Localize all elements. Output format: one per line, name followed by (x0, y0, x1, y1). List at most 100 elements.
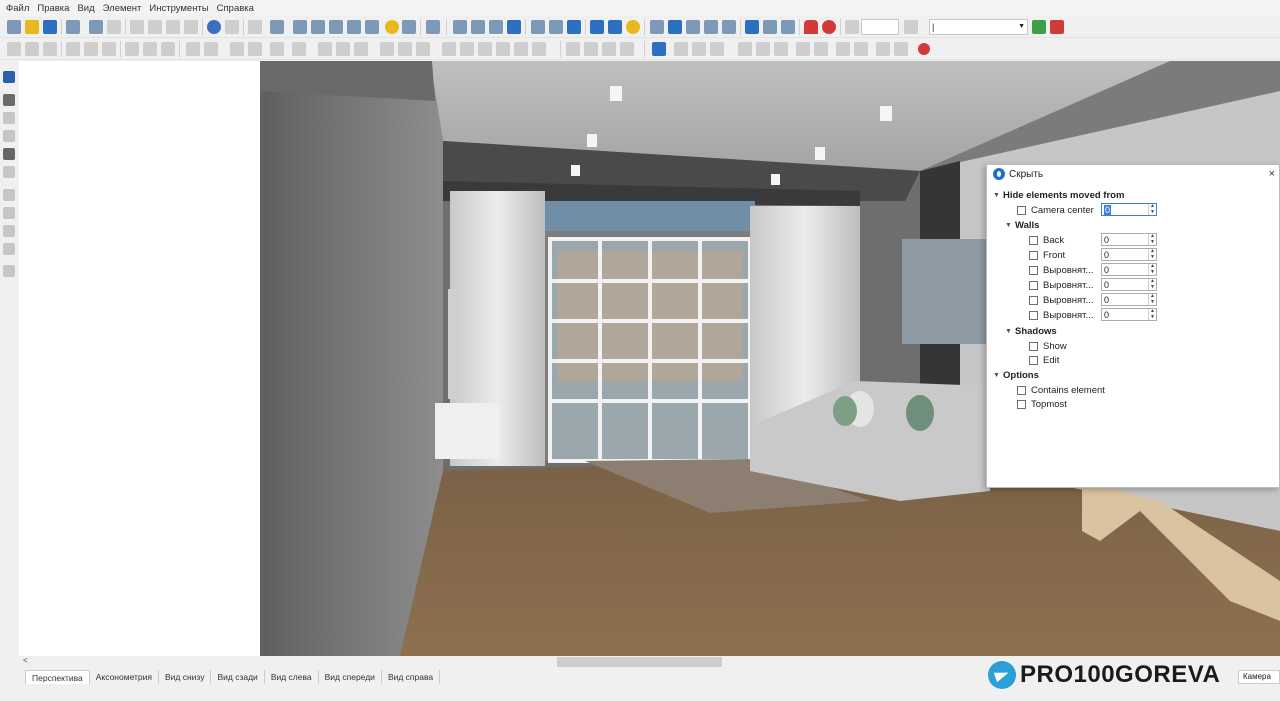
move-point-icon[interactable] (763, 20, 777, 34)
panel-4-icon[interactable] (620, 42, 634, 56)
walls-group-header[interactable]: ▼ Walls (1005, 218, 1039, 232)
pointer-icon[interactable] (3, 71, 15, 83)
menu-edit[interactable]: Правка (33, 3, 73, 14)
wall-checkbox[interactable] (1029, 310, 1038, 320)
edge-icon[interactable] (3, 189, 15, 201)
mirror-h-icon[interactable] (318, 42, 332, 56)
cycle-icon[interactable] (774, 42, 788, 56)
wall-checkbox[interactable] (1029, 235, 1038, 245)
tab-perspective[interactable]: Перспектива (25, 670, 90, 684)
show-icon[interactable] (894, 42, 908, 56)
layer-select[interactable]: | ▼ (929, 19, 1028, 35)
wall-option[interactable]: Back (1029, 233, 1064, 247)
print-icon[interactable] (89, 20, 103, 34)
render-icon[interactable] (402, 20, 416, 34)
right-icon[interactable] (496, 42, 510, 56)
options-group-header[interactable]: ▼ Options (993, 368, 1039, 382)
camera-center-checkbox[interactable] (1017, 205, 1026, 215)
menu-file[interactable]: Файл (2, 3, 33, 14)
wall-input[interactable]: 0 ▲ ▼ (1101, 233, 1157, 246)
align-top-icon[interactable] (186, 42, 200, 56)
menu-help[interactable]: Справка (213, 3, 258, 14)
hide-icon[interactable] (876, 42, 890, 56)
shadows-option[interactable]: Show (1029, 339, 1067, 353)
shadows-option[interactable]: Edit (1029, 353, 1059, 367)
delete-icon[interactable] (184, 20, 198, 34)
wall-checkbox[interactable] (1029, 280, 1038, 290)
shadows-group-header[interactable]: ▼ Shadows (1005, 324, 1057, 338)
view-3d-solid-icon[interactable] (567, 20, 581, 34)
zoom-tool-icon[interactable] (3, 265, 15, 277)
spin-icon[interactable]: ▲ ▼ (1148, 308, 1156, 320)
ungroup-icon[interactable] (292, 42, 306, 56)
gear-icon[interactable] (3, 243, 15, 255)
layer-visible-icon[interactable] (1032, 20, 1046, 34)
diamond-icon[interactable] (745, 20, 759, 34)
tab-left-view[interactable]: Вид слева (265, 670, 319, 684)
layer-lock-icon[interactable] (1050, 20, 1064, 34)
gizmo-icon[interactable] (652, 42, 666, 56)
view-3d-box-icon[interactable] (549, 20, 563, 34)
spin-icon[interactable]: ▲ ▼ (1148, 278, 1156, 290)
expand-icon[interactable] (796, 42, 810, 56)
bulb-icon[interactable] (626, 20, 640, 34)
grid-icon[interactable] (347, 20, 361, 34)
hide-group-header[interactable]: ▼ Hide elements moved from (993, 188, 1124, 202)
open-folder-icon[interactable] (25, 20, 39, 34)
spin-icon[interactable]: ▲ ▼ (1148, 263, 1156, 275)
view-box-icon[interactable] (471, 20, 485, 34)
visibility-2-icon[interactable] (854, 42, 868, 56)
left-icon[interactable] (478, 42, 492, 56)
align-middle-icon[interactable] (204, 42, 218, 56)
snap-icon[interactable] (608, 20, 622, 34)
stop-icon[interactable] (918, 43, 930, 55)
frame-3-icon[interactable] (710, 42, 724, 56)
close-icon[interactable]: × (1269, 168, 1275, 180)
wall-option[interactable]: Выровнят... (1029, 278, 1093, 292)
tag-icon[interactable] (650, 20, 664, 34)
panel-icon[interactable] (566, 42, 580, 56)
edge-2-icon[interactable] (3, 207, 15, 219)
tab-right-view[interactable]: Вид справа (382, 670, 441, 684)
wall-option[interactable]: Выровнят... (1029, 293, 1093, 307)
paste-icon[interactable] (166, 20, 180, 34)
select-icon[interactable] (781, 20, 795, 34)
view-3d-icon[interactable] (531, 20, 545, 34)
rotate-right-icon[interactable] (143, 42, 157, 56)
align-center-icon[interactable] (25, 42, 39, 56)
options-checkbox[interactable] (1017, 385, 1026, 395)
properties-icon[interactable] (66, 20, 80, 34)
camera-button[interactable]: Камера (1238, 670, 1280, 684)
wall-input[interactable]: 0 ▲ ▼ (1101, 278, 1157, 291)
distribute-h-icon[interactable] (66, 42, 80, 56)
back-icon[interactable] (532, 42, 546, 56)
zoom-fit-icon[interactable] (904, 20, 918, 34)
wall-input[interactable]: 0 ▲ ▼ (1101, 248, 1157, 261)
flip-icon[interactable] (161, 42, 175, 56)
table-icon[interactable] (704, 20, 718, 34)
wall-option[interactable]: Front (1029, 248, 1065, 262)
wall-checkbox[interactable] (1029, 250, 1038, 260)
zoom-icon[interactable] (845, 20, 859, 34)
shadows-checkbox[interactable] (1029, 341, 1038, 351)
new-file-icon[interactable] (7, 20, 21, 34)
wall-input[interactable]: 0 ▲ ▼ (1101, 263, 1157, 276)
share-icon[interactable] (329, 20, 343, 34)
options-option[interactable]: Topmost (1017, 397, 1067, 411)
zoom-input[interactable] (861, 19, 899, 35)
distribute-icon[interactable] (102, 42, 116, 56)
spin-icon[interactable]: ▲ ▼ (1148, 248, 1156, 260)
frame-icon[interactable] (674, 42, 688, 56)
view-front-icon[interactable] (453, 20, 467, 34)
menu-view[interactable]: Вид (73, 3, 98, 14)
cut-icon[interactable] (130, 20, 144, 34)
shadows-checkbox[interactable] (1029, 355, 1038, 365)
wall-input[interactable]: 0 ▲ ▼ (1101, 293, 1157, 306)
tab-front-view[interactable]: Вид спереди (319, 670, 382, 684)
spin-icon[interactable]: ▲ ▼ (1148, 293, 1156, 305)
top-icon[interactable] (442, 42, 456, 56)
spin-icon[interactable]: ▲ ▼ (1148, 233, 1156, 245)
size-h-icon[interactable] (398, 42, 412, 56)
calculator-icon[interactable] (426, 20, 440, 34)
tab-axonometry[interactable]: Аксонометрия (90, 670, 159, 684)
